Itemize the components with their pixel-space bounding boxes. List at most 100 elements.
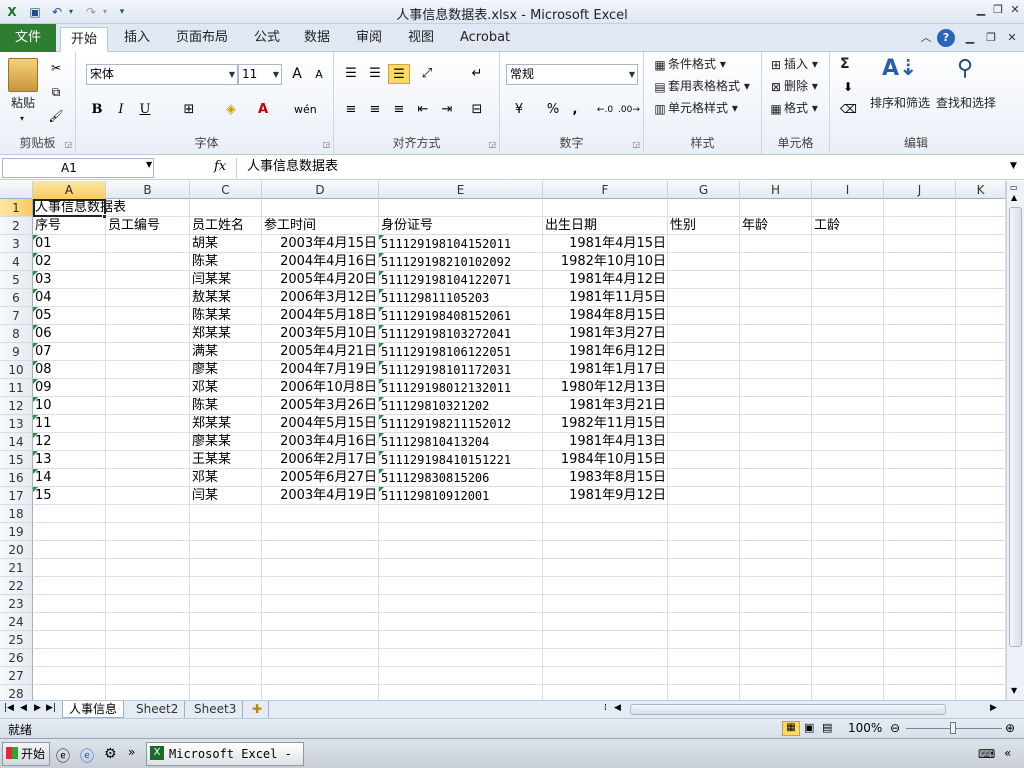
cell-start-date[interactable]: 2004年5月18日 <box>262 307 379 325</box>
tab-view[interactable]: 视图 <box>398 26 444 52</box>
formula-input[interactable]: 人事信息数据表 <box>236 158 1008 178</box>
cell-name[interactable]: 满某 <box>190 343 262 361</box>
copy-icon[interactable]: ⧉ <box>48 84 64 100</box>
tab-file[interactable]: 文件 <box>0 24 56 52</box>
phonetic-icon[interactable]: wén <box>294 100 317 120</box>
row-header-12[interactable]: 12 <box>0 397 33 415</box>
cell-name[interactable]: 廖某 <box>190 361 262 379</box>
cell-name[interactable]: 陈某某 <box>190 307 262 325</box>
name-box-dropdown-icon[interactable]: ▼ <box>146 160 152 169</box>
paste-dropdown-icon[interactable]: ▾ <box>20 110 24 128</box>
vertical-scrollbar[interactable]: ▭ ▲ ▼ <box>1006 181 1024 700</box>
cell-start-date[interactable]: 2006年10月8日 <box>262 379 379 397</box>
help-icon[interactable]: ? <box>937 29 955 47</box>
row-header-15[interactable]: 15 <box>0 451 33 469</box>
cell-seq[interactable]: 06 <box>33 325 106 343</box>
cell-id-number[interactable]: 511129198106122051 <box>379 343 543 361</box>
find-select-button[interactable]: 查找和选择 <box>936 94 996 112</box>
sort-filter-button[interactable]: 排序和筛选 <box>870 94 930 112</box>
cell-birth-date[interactable]: 1984年10月15日 <box>543 451 668 469</box>
scroll-up-icon[interactable]: ▲ <box>1011 193 1017 202</box>
cell-birth-date[interactable]: 1982年11月15日 <box>543 415 668 433</box>
header-cell[interactable]: 年龄 <box>740 217 812 235</box>
workbook-close-icon[interactable]: ✕ <box>1004 31 1020 45</box>
borders-icon[interactable]: ⊞ <box>178 100 200 120</box>
cell-name[interactable]: 郑某某 <box>190 415 262 433</box>
cell-start-date[interactable]: 2005年6月27日 <box>262 469 379 487</box>
cell-start-date[interactable]: 2005年3月26日 <box>262 397 379 415</box>
align-bottom-icon[interactable]: ☰ <box>388 64 410 84</box>
cell-name[interactable]: 郑某某 <box>190 325 262 343</box>
horizontal-scroll-thumb[interactable] <box>630 704 946 715</box>
fill-handle[interactable] <box>102 214 107 219</box>
cell-seq[interactable]: 12 <box>33 433 106 451</box>
cell-seq[interactable]: 04 <box>33 289 106 307</box>
sheet-tab-3[interactable]: Sheet3 <box>188 701 244 718</box>
cell-birth-date[interactable]: 1984年8月15日 <box>543 307 668 325</box>
cell-id-number[interactable]: 511129198410151221 <box>379 451 543 469</box>
fill-color-icon[interactable]: ◈ <box>220 100 242 120</box>
header-cell[interactable]: 性别 <box>668 217 740 235</box>
cell-start-date[interactable]: 2004年4月16日 <box>262 253 379 271</box>
row-header-5[interactable]: 5 <box>0 271 33 289</box>
cell-seq[interactable]: 01 <box>33 235 106 253</box>
cell-seq[interactable]: 02 <box>33 253 106 271</box>
workbook-minimize-icon[interactable]: ▁ <box>962 31 978 45</box>
header-cell[interactable]: 身份证号 <box>379 217 543 235</box>
cell-start-date[interactable]: 2003年4月16日 <box>262 433 379 451</box>
cell-seq[interactable]: 15 <box>33 487 106 505</box>
font-name-combo[interactable]: 宋体 ▼ <box>86 64 238 85</box>
cell-birth-date[interactable]: 1981年3月27日 <box>543 325 668 343</box>
number-launcher-icon[interactable]: ◲ <box>632 140 640 149</box>
cell-name[interactable]: 闫某 <box>190 487 262 505</box>
last-sheet-icon[interactable]: ▶| <box>46 703 56 713</box>
name-box[interactable]: A1 <box>2 158 154 178</box>
cell-birth-date[interactable]: 1981年9月12日 <box>543 487 668 505</box>
shrink-font-button[interactable]: A <box>308 65 330 85</box>
cell-start-date[interactable]: 2005年4月20日 <box>262 271 379 289</box>
tab-acrobat[interactable]: Acrobat <box>450 26 520 52</box>
row-header-1[interactable]: 1 <box>0 199 33 217</box>
row-header-18[interactable]: 18 <box>0 505 33 523</box>
font-launcher-icon[interactable]: ◲ <box>322 140 330 149</box>
scroll-down-icon[interactable]: ▼ <box>1011 686 1017 695</box>
cell-id-number[interactable]: 511129198104122071 <box>379 271 543 289</box>
row-header-4[interactable]: 4 <box>0 253 33 271</box>
header-cell[interactable]: 工龄 <box>812 217 884 235</box>
cell-seq[interactable]: 05 <box>33 307 106 325</box>
row-header-24[interactable]: 24 <box>0 613 33 631</box>
zoom-slider-thumb[interactable] <box>950 722 956 734</box>
cell-name[interactable]: 邓某 <box>190 469 262 487</box>
row-header-3[interactable]: 3 <box>0 235 33 253</box>
align-center-icon[interactable]: ≡ <box>364 100 386 120</box>
tab-split-icon[interactable]: ⁞ <box>604 703 607 713</box>
row-header-21[interactable]: 21 <box>0 559 33 577</box>
expand-formula-bar-icon[interactable]: ▼ <box>1010 161 1017 171</box>
quicklaunch-ie-icon[interactable]: ⓔ <box>56 746 70 766</box>
align-top-icon[interactable]: ☰ <box>340 64 362 84</box>
row-header-13[interactable]: 13 <box>0 415 33 433</box>
split-box-icon[interactable]: ▭ <box>1010 183 1018 192</box>
cell-styles-button[interactable]: ▥ 单元格样式 ▾ <box>652 99 738 117</box>
workbook-restore-icon[interactable]: ❐ <box>983 31 999 45</box>
cell-id-number[interactable]: 511129810413204 <box>379 433 543 451</box>
sheet-tab-2[interactable]: Sheet2 <box>130 701 186 718</box>
insert-cells-button[interactable]: ⊞ 插入 ▾ <box>768 55 818 73</box>
cell-name[interactable]: 敖某某 <box>190 289 262 307</box>
italic-button[interactable]: I <box>110 100 132 120</box>
cell-id-number[interactable]: 511129198101172031 <box>379 361 543 379</box>
cell-seq[interactable]: 11 <box>33 415 106 433</box>
number-format-combo[interactable]: 常规 ▼ <box>506 64 638 85</box>
cell-start-date[interactable]: 2003年4月19日 <box>262 487 379 505</box>
paste-icon[interactable] <box>8 58 38 92</box>
cell-id-number[interactable]: 511129810321202 <box>379 397 543 415</box>
delete-cells-button[interactable]: ⊠ 删除 ▾ <box>768 77 818 95</box>
increase-decimal-icon[interactable]: ←.0 <box>594 100 616 120</box>
align-right-icon[interactable]: ≡ <box>388 100 410 120</box>
tab-page-layout[interactable]: 页面布局 <box>166 26 238 52</box>
increase-indent-icon[interactable]: ⇥ <box>436 100 458 120</box>
tab-data[interactable]: 数据 <box>294 26 340 52</box>
header-cell[interactable]: 参工时间 <box>262 217 379 235</box>
cell-seq[interactable]: 09 <box>33 379 106 397</box>
format-cells-button[interactable]: ▦ 格式 ▾ <box>768 99 818 117</box>
